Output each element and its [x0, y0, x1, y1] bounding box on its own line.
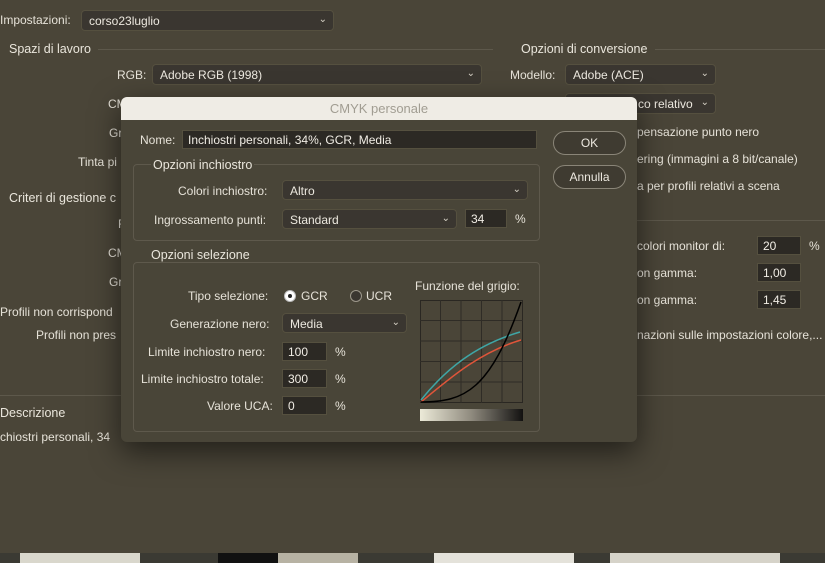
- dithering-label[interactable]: ering (immagini a 8 bit/canale): [637, 152, 798, 166]
- tipo-selezione-label: Tipo selezione:: [188, 289, 269, 303]
- ucr-radio[interactable]: [350, 290, 362, 302]
- limite-nero-input[interactable]: 100: [282, 342, 327, 361]
- tinta-piatta-label: Tinta pi: [78, 155, 117, 169]
- impostazioni-label: Impostazioni:: [0, 13, 71, 27]
- divider: [637, 220, 825, 221]
- cmyk-personale-dialog: CMYK personale Nome: Inchiostri personal…: [121, 97, 637, 442]
- limite-totale-label: Limite inchiostro totale:: [141, 372, 264, 386]
- info-label: nazioni sulle impostazioni colore,...: [637, 328, 823, 342]
- chevron-down-icon: ⌄: [391, 317, 400, 328]
- uca-unit: %: [335, 399, 346, 413]
- strip-thumb: [20, 553, 140, 563]
- strip-thumb: [610, 553, 780, 563]
- generazione-nero-label: Generazione nero:: [170, 317, 270, 331]
- chevron-down-icon: ⌄: [700, 68, 709, 79]
- ok-button[interactable]: OK: [553, 131, 626, 155]
- modello-select[interactable]: Adobe (ACE) ⌄: [565, 64, 716, 85]
- ucr-label[interactable]: UCR: [366, 289, 392, 303]
- ingrossamento-select[interactable]: Standard ⌄: [282, 209, 457, 229]
- monitor-label: colori monitor di:: [637, 239, 726, 253]
- chevron-down-icon: ⌄: [466, 68, 475, 79]
- compensazione-label[interactable]: pensazione punto nero: [637, 125, 759, 139]
- chevron-down-icon: ⌄: [318, 14, 327, 25]
- separation-options-title: Opzioni selezione: [149, 248, 252, 262]
- generazione-nero-select[interactable]: Media ⌄: [282, 313, 407, 333]
- rgb-select[interactable]: Adobe RGB (1998) ⌄: [152, 64, 482, 85]
- gamma2-input[interactable]: 1,45: [757, 290, 801, 309]
- strip-thumb: [218, 553, 278, 563]
- rgb-value: Adobe RGB (1998): [160, 68, 263, 82]
- monitor-input[interactable]: 20: [757, 236, 801, 255]
- chevron-down-icon: ⌄: [700, 97, 709, 108]
- scena-label[interactable]: a per profili relativi a scena: [637, 179, 780, 193]
- impostazioni-select[interactable]: corso23luglio ⌄: [81, 10, 334, 31]
- chevron-down-icon: ⌄: [441, 213, 450, 224]
- colori-inchiostro-select[interactable]: Altro ⌄: [282, 180, 528, 200]
- modello-value: Adobe (ACE): [573, 68, 644, 82]
- descrizione-text: chiostri personali, 34: [0, 430, 111, 444]
- strip-thumb: [278, 553, 358, 563]
- impostazioni-value: corso23luglio: [89, 14, 160, 28]
- spazi-title: Spazi di lavoro: [9, 42, 91, 56]
- strip-thumb: [434, 553, 574, 563]
- criteri-title: Criteri di gestione c: [9, 191, 116, 205]
- limite-totale-input[interactable]: 300: [282, 369, 327, 388]
- uca-input[interactable]: 0: [282, 396, 327, 415]
- limite-nero-unit: %: [335, 345, 346, 359]
- gamma1-label: on gamma:: [637, 266, 698, 280]
- gray-ramp: [420, 409, 523, 421]
- divider: [98, 49, 493, 50]
- conversione-title: Opzioni di conversione: [521, 42, 648, 56]
- profili-presenti-label: Profili non pres: [36, 328, 117, 342]
- dialog-title: CMYK personale: [121, 97, 637, 120]
- colori-inchiostro-value: Altro: [290, 184, 315, 198]
- monitor-unit: %: [809, 239, 820, 253]
- chevron-down-icon: ⌄: [512, 184, 521, 195]
- gcr-radio[interactable]: [284, 290, 296, 302]
- rgb-label: RGB:: [117, 68, 147, 82]
- nome-label: Nome:: [140, 133, 176, 147]
- uca-label: Valore UCA:: [207, 399, 273, 413]
- annulla-button[interactable]: Annulla: [553, 165, 626, 189]
- modello-label: Modello:: [510, 68, 556, 82]
- limite-nero-label: Limite inchiostro nero:: [148, 345, 266, 359]
- intento-value: co relativo: [638, 97, 693, 111]
- ink-options-title: Opzioni inchiostro: [151, 158, 255, 172]
- gcr-label[interactable]: GCR: [301, 289, 328, 303]
- ingrossamento-value: Standard: [290, 213, 339, 227]
- gamma1-input[interactable]: 1,00: [757, 263, 801, 282]
- ink-options-group: [133, 164, 540, 241]
- gamma2-label: on gamma:: [637, 293, 698, 307]
- divider: [655, 49, 825, 50]
- generazione-nero-value: Media: [290, 317, 323, 331]
- nome-input[interactable]: Inchiostri personali, 34%, GCR, Media: [182, 130, 537, 149]
- funzione-grigio-label: Funzione del grigio:: [415, 279, 520, 293]
- ingrossamento-input[interactable]: 34: [465, 209, 507, 228]
- profili-corrispondenza-label: Profili non corrispond: [0, 305, 113, 319]
- gray-function-graph: [420, 300, 523, 403]
- ingrossamento-unit: %: [515, 212, 526, 226]
- descrizione-title: Descrizione: [0, 406, 66, 420]
- ingrossamento-label: Ingrossamento punti:: [154, 213, 267, 227]
- colori-inchiostro-label: Colori inchiostro:: [178, 184, 268, 198]
- limite-totale-unit: %: [335, 372, 346, 386]
